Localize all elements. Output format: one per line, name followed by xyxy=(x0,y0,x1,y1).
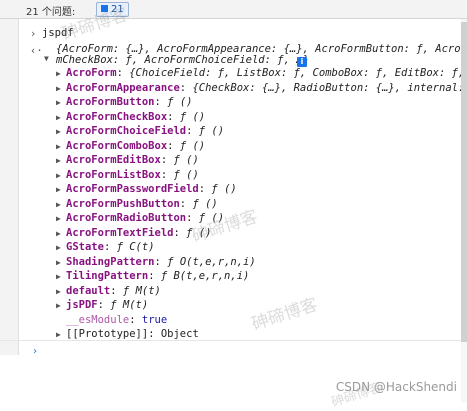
property-key: AcroFormRadioButton xyxy=(66,212,187,224)
expand-triangle-icon[interactable]: ▶ xyxy=(56,287,66,296)
property-row[interactable]: ▶ AcroForm: {ChoiceField: ƒ, ListBox: ƒ, … xyxy=(56,67,467,79)
property-value: ƒ () xyxy=(173,168,199,181)
prototype-value: Object xyxy=(160,328,199,340)
property-value: ƒ O(t,e,r,n,i) xyxy=(167,255,256,268)
property-value: {CheckBox: {…}, RadioButton: {…}, intern… xyxy=(192,81,467,94)
expand-triangle-icon[interactable]: ▶ xyxy=(56,243,66,252)
property-value: ƒ () xyxy=(211,183,237,195)
property-key: AcroFormCheckBox xyxy=(66,110,168,123)
property-key: GState xyxy=(66,241,104,253)
expand-triangle-icon[interactable]: ▶ xyxy=(56,113,66,122)
expand-triangle-icon[interactable]: ▶ xyxy=(56,185,66,194)
esmodule-row: __esModule: true xyxy=(66,314,168,326)
prototype-row[interactable]: ▶ [[Prototype]]: Object xyxy=(56,328,199,340)
esmodule-key: __esModule xyxy=(66,314,130,326)
property-key: TilingPattern xyxy=(66,270,149,282)
property-key: AcroFormComboBox xyxy=(66,139,168,152)
property-row[interactable]: ▶ AcroFormPushButton: ƒ () xyxy=(56,198,218,210)
esmodule-value: true xyxy=(141,314,168,326)
property-value: ƒ M(t) xyxy=(110,299,149,311)
property-row[interactable]: ▶ ShadingPattern: ƒ O(t,e,r,n,i) xyxy=(56,256,256,268)
input-caret: › xyxy=(30,28,37,40)
property-value: ƒ () xyxy=(192,197,218,210)
info-icon[interactable]: i xyxy=(297,55,307,67)
expand-triangle-icon[interactable]: ▼ xyxy=(44,54,49,63)
property-row[interactable]: ▶ GState: ƒ C(t) xyxy=(56,241,155,253)
property-key: AcroFormTextField xyxy=(66,226,174,239)
property-row[interactable]: ▶ AcroFormButton: ƒ () xyxy=(56,96,192,108)
expand-triangle-icon[interactable]: ▶ xyxy=(56,171,66,180)
property-key: ShadingPattern xyxy=(66,255,155,268)
expand-triangle-icon[interactable]: ▶ xyxy=(56,258,66,267)
output-caret: ‹· xyxy=(30,45,43,57)
expand-triangle-icon[interactable]: ▶ xyxy=(56,229,66,238)
property-row[interactable]: ▶ AcroFormAppearance: {CheckBox: {…}, Rad… xyxy=(56,82,467,94)
expand-triangle-icon[interactable]: ▶ xyxy=(56,330,66,339)
property-value: ƒ () xyxy=(179,139,206,152)
property-key: AcroForm xyxy=(66,67,117,79)
property-value: ƒ () xyxy=(173,154,199,166)
property-value: ƒ C(t) xyxy=(116,241,155,253)
expand-triangle-icon[interactable]: ▶ xyxy=(56,69,66,78)
property-key: jsPDF xyxy=(66,299,98,311)
expand-triangle-icon[interactable]: ▶ xyxy=(56,214,66,223)
property-value: ƒ () xyxy=(179,110,206,123)
csdn-credit: CSDN @HackShendi xyxy=(335,380,457,394)
property-row[interactable]: ▶ AcroFormChoiceField: ƒ () xyxy=(56,125,224,137)
property-key: AcroFormEditBox xyxy=(66,154,161,166)
property-value: ƒ () xyxy=(167,96,193,108)
property-value: ƒ () xyxy=(198,125,225,137)
property-row[interactable]: ▶ jsPDF: ƒ M(t) xyxy=(56,299,148,311)
property-row[interactable]: ▶ AcroFormComboBox: ƒ () xyxy=(56,140,205,152)
property-row[interactable]: ▶ TilingPattern: ƒ B(t,e,r,n,i) xyxy=(56,270,249,282)
expand-triangle-icon[interactable]: ▶ xyxy=(56,84,66,93)
expand-triangle-icon[interactable]: ▶ xyxy=(56,98,66,107)
property-row[interactable]: ▶ AcroFormPasswordField: ƒ () xyxy=(56,183,237,195)
property-key: AcroFormPushButton xyxy=(66,197,180,210)
property-row[interactable]: ▶ default: ƒ M(t) xyxy=(56,285,161,297)
property-key: default xyxy=(66,284,111,297)
issues-label: 21 个问题: xyxy=(26,7,76,18)
scrollbar-thumb[interactable] xyxy=(461,22,467,342)
property-key: AcroFormButton xyxy=(66,96,155,108)
console-prompt[interactable]: › xyxy=(32,346,38,357)
property-key: AcroFormPasswordField xyxy=(66,183,199,195)
expand-triangle-icon[interactable]: ▶ xyxy=(56,142,66,151)
expand-triangle-icon[interactable]: ▶ xyxy=(56,272,66,281)
property-key: AcroFormAppearance xyxy=(66,81,180,94)
expand-triangle-icon[interactable]: ▶ xyxy=(56,301,66,310)
property-row[interactable]: ▶ AcroFormListBox: ƒ () xyxy=(56,169,199,181)
property-row[interactable]: ▶ AcroFormEditBox: ƒ () xyxy=(56,154,199,166)
separator xyxy=(0,340,467,341)
property-value: ƒ B(t,e,r,n,i) xyxy=(160,270,250,282)
object-summary-line-2[interactable]: mCheckBox: ƒ, AcroFormChoiceField: ƒ, …} xyxy=(56,54,309,66)
property-key: AcroFormChoiceField xyxy=(66,125,187,137)
expand-triangle-icon[interactable]: ▶ xyxy=(56,200,66,209)
property-key: AcroFormListBox xyxy=(66,168,161,181)
property-value: ƒ M(t) xyxy=(122,284,161,297)
property-row[interactable]: ▶ AcroFormCheckBox: ƒ () xyxy=(56,111,205,123)
property-row[interactable]: ▶ AcroFormTextField: ƒ () xyxy=(56,227,211,239)
prototype-key: [[Prototype]] xyxy=(66,328,149,340)
expand-triangle-icon[interactable]: ▶ xyxy=(56,127,66,136)
expand-triangle-icon[interactable]: ▶ xyxy=(56,156,66,165)
property-value: {ChoiceField: ƒ, ListBox: ƒ, ComboBox: ƒ… xyxy=(129,67,467,79)
